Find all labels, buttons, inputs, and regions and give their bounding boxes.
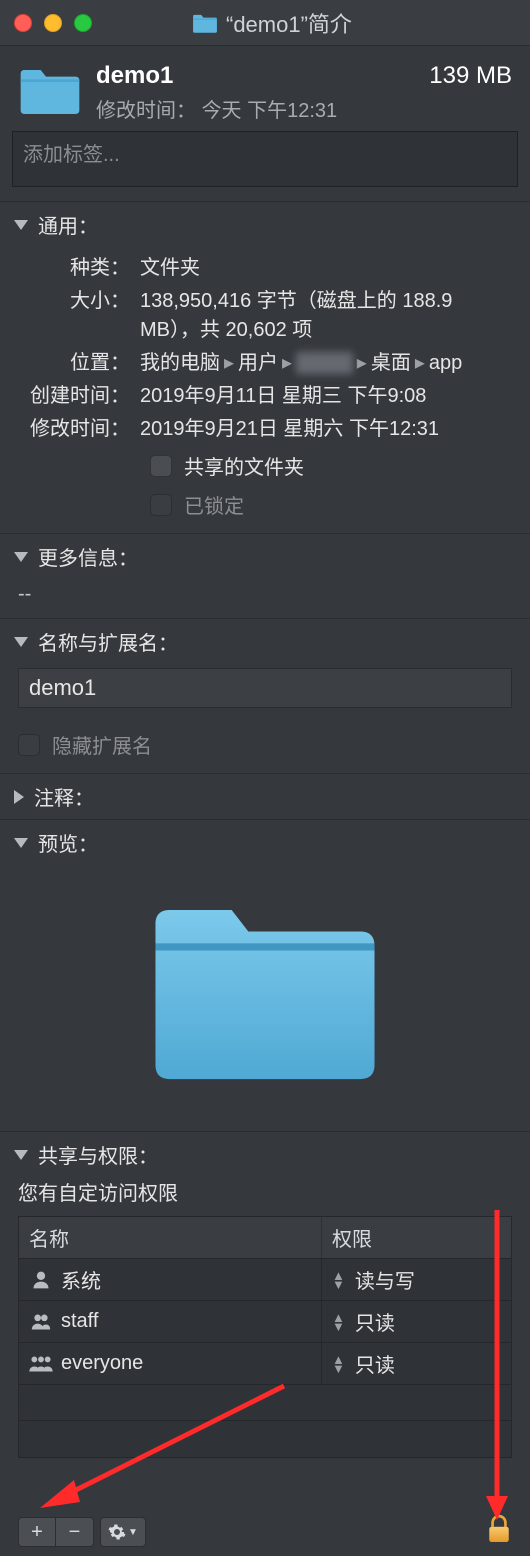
disclosure-triangle-icon bbox=[14, 637, 28, 647]
gear-icon bbox=[108, 1523, 126, 1541]
table-header: 名称 权限 bbox=[19, 1217, 511, 1259]
where-value: 我的电脑▸用户▸████▸桌面▸app bbox=[140, 346, 512, 375]
section-more-info-header[interactable]: 更多信息： bbox=[0, 534, 530, 579]
tags-input[interactable]: 添加标签... bbox=[12, 131, 518, 187]
section-preview-header[interactable]: 预览： bbox=[0, 820, 530, 865]
permissions-table: 名称 权限 系统 ▲▼ 读与写 staff ▲▼ 只读 bbox=[18, 1216, 512, 1458]
titlebar: “demo1”简介 bbox=[0, 0, 530, 46]
section-more-info: 更多信息： -- bbox=[0, 533, 530, 618]
folder-preview-icon bbox=[145, 891, 385, 1091]
disclosure-triangle-icon bbox=[14, 220, 28, 230]
section-name-ext: 名称与扩展名： 隐藏扩展名 bbox=[0, 618, 530, 773]
locked-checkbox[interactable] bbox=[150, 494, 172, 516]
disclosure-triangle-icon bbox=[14, 1150, 28, 1160]
shared-folder-row: 共享的文件夹 bbox=[150, 451, 512, 480]
item-modified: 修改时间： 今天 下午12:31 bbox=[96, 94, 429, 123]
created-value: 2019年9月11日 星期三 下午9:08 bbox=[140, 379, 512, 408]
col-name: 名称 bbox=[19, 1217, 321, 1258]
add-button[interactable]: + bbox=[18, 1517, 56, 1547]
action-menu-button[interactable]: ▼ bbox=[100, 1517, 146, 1547]
chevron-down-icon: ▼ bbox=[128, 1527, 138, 1538]
section-comments-header[interactable]: 注释： bbox=[0, 774, 530, 819]
hide-extension-label: 隐藏扩展名 bbox=[52, 730, 152, 759]
kind-value: 文件夹 bbox=[140, 251, 512, 280]
section-name-ext-header[interactable]: 名称与扩展名： bbox=[0, 619, 530, 664]
bottom-toolbar: + − ▼ bbox=[0, 1508, 530, 1556]
header: demo1 修改时间： 今天 下午12:31 139 MB bbox=[0, 46, 530, 131]
group-icon bbox=[29, 1354, 53, 1374]
window-title: “demo1”简介 bbox=[192, 7, 352, 39]
where-label: 位置： bbox=[18, 346, 140, 375]
locked-label: 已锁定 bbox=[184, 490, 244, 519]
table-row[interactable]: 系统 ▲▼ 读与写 bbox=[19, 1259, 511, 1301]
perm-name: everyone bbox=[61, 1352, 143, 1375]
remove-button[interactable]: − bbox=[56, 1517, 94, 1547]
disclosure-triangle-icon bbox=[14, 838, 28, 848]
window-title-text: “demo1”简介 bbox=[226, 7, 352, 39]
preview-area bbox=[0, 865, 530, 1131]
section-sharing: 共享与权限： 您有自定访问权限 名称 权限 系统 ▲▼ 读与写 staff ▲▼ bbox=[0, 1131, 530, 1458]
window-controls bbox=[14, 14, 92, 32]
section-preview: 预览： bbox=[0, 819, 530, 1131]
zoom-window-button[interactable] bbox=[74, 14, 92, 32]
size-value: 138,950,416 字节（磁盘上的 188.9 MB），共 20,602 项 bbox=[140, 284, 512, 342]
stepper-icon[interactable]: ▲▼ bbox=[332, 1271, 345, 1289]
section-sharing-header[interactable]: 共享与权限： bbox=[0, 1132, 530, 1177]
table-row[interactable]: staff ▲▼ 只读 bbox=[19, 1301, 511, 1343]
col-privilege: 权限 bbox=[321, 1217, 511, 1258]
person-icon bbox=[29, 1270, 53, 1290]
section-comments: 注释： bbox=[0, 773, 530, 819]
item-name: demo1 bbox=[96, 62, 429, 90]
modified-value: 2019年9月21日 星期六 下午12:31 bbox=[140, 412, 512, 441]
kind-label: 种类： bbox=[18, 251, 140, 280]
more-info-content: -- bbox=[0, 579, 530, 618]
section-general: 通用： 种类： 文件夹 大小： 138,950,416 字节（磁盘上的 188.… bbox=[0, 201, 530, 533]
group-icon bbox=[29, 1312, 53, 1332]
locked-row: 已锁定 bbox=[150, 490, 512, 519]
table-row[interactable]: everyone ▲▼ 只读 bbox=[19, 1343, 511, 1385]
perm-name: 系统 bbox=[61, 1265, 101, 1294]
disclosure-triangle-icon bbox=[14, 790, 24, 804]
close-window-button[interactable] bbox=[14, 14, 32, 32]
minimize-window-button[interactable] bbox=[44, 14, 62, 32]
section-general-header[interactable]: 通用： bbox=[0, 202, 530, 247]
disclosure-triangle-icon bbox=[14, 552, 28, 562]
table-row-empty bbox=[19, 1385, 511, 1421]
hide-extension-checkbox[interactable] bbox=[18, 734, 40, 756]
perm-name: staff bbox=[61, 1310, 98, 1333]
item-size: 139 MB bbox=[429, 62, 512, 90]
lock-icon bbox=[486, 1514, 512, 1544]
item-icon bbox=[18, 62, 82, 118]
shared-folder-label: 共享的文件夹 bbox=[184, 451, 304, 480]
permissions-note: 您有自定访问权限 bbox=[0, 1177, 530, 1216]
stepper-icon[interactable]: ▲▼ bbox=[332, 1313, 345, 1331]
folder-icon bbox=[192, 12, 218, 34]
modified-label: 修改时间： bbox=[18, 412, 140, 441]
perm-priv: 只读 bbox=[355, 1307, 395, 1336]
name-input[interactable] bbox=[18, 668, 512, 708]
perm-priv: 读与写 bbox=[355, 1265, 415, 1294]
stepper-icon[interactable]: ▲▼ bbox=[332, 1355, 345, 1373]
created-label: 创建时间： bbox=[18, 379, 140, 408]
shared-folder-checkbox[interactable] bbox=[150, 455, 172, 477]
perm-priv: 只读 bbox=[355, 1349, 395, 1378]
lock-button[interactable] bbox=[486, 1514, 512, 1550]
size-label: 大小： bbox=[18, 284, 140, 342]
table-row-empty bbox=[19, 1421, 511, 1457]
